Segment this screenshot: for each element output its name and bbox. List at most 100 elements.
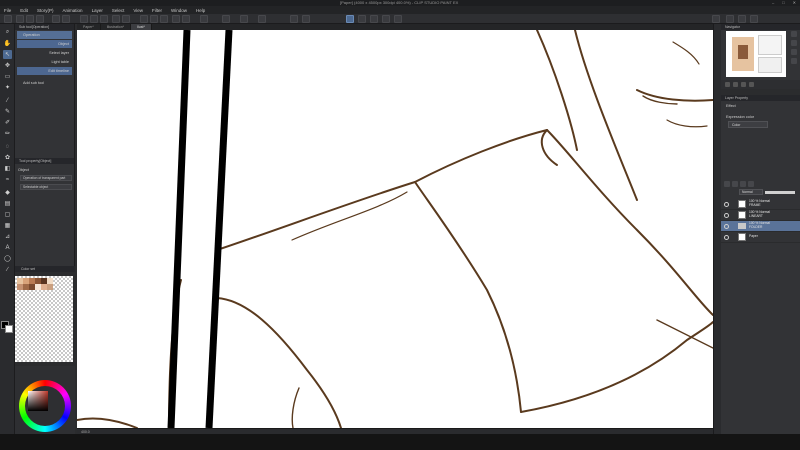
zoom-in-icon[interactable] xyxy=(791,31,797,37)
menu-story[interactable]: Story(P) xyxy=(37,8,54,13)
eye-icon[interactable] xyxy=(724,223,729,229)
new-vector-layer-icon[interactable] xyxy=(732,181,738,187)
save-icon[interactable] xyxy=(36,15,44,23)
panel-toggle-icon[interactable] xyxy=(726,15,734,23)
snap-special-ruler-icon[interactable] xyxy=(150,15,158,23)
eraser-icon[interactable] xyxy=(302,15,310,23)
new-raster-layer-icon[interactable] xyxy=(724,181,730,187)
fill-tool-icon[interactable]: ◆ xyxy=(3,188,12,197)
cut-icon[interactable] xyxy=(200,15,208,23)
invert-selection-icon[interactable] xyxy=(112,15,120,23)
blend-mode-select[interactable]: Normal xyxy=(739,189,763,195)
decoration-tool-icon[interactable]: ✿ xyxy=(3,153,12,162)
menu-animation[interactable]: Animation xyxy=(63,8,83,13)
eye-icon[interactable] xyxy=(724,201,729,207)
sub-tool-edit-timeline[interactable]: Edit timeline xyxy=(17,67,72,75)
move-tool-icon[interactable]: ✥ xyxy=(3,61,12,70)
sub-tool-select-layer[interactable]: Select layer xyxy=(17,49,72,57)
add-sub-tool-button[interactable]: Add sub tool xyxy=(23,81,74,85)
gradient-tool-icon[interactable]: ▤ xyxy=(3,199,12,208)
menu-layer[interactable]: Layer xyxy=(92,8,103,13)
sub-color-swatch[interactable] xyxy=(5,325,13,333)
undo-icon[interactable] xyxy=(52,15,60,23)
clear-icon[interactable] xyxy=(80,15,88,23)
snap-ruler-icon[interactable] xyxy=(140,15,148,23)
nav-rotate-slider[interactable] xyxy=(733,82,738,87)
window-layout-icon[interactable] xyxy=(712,15,720,23)
nav-zoom-slider[interactable] xyxy=(725,82,730,87)
eyedropper-icon[interactable]: ⁄ xyxy=(3,96,12,105)
brush-tool-icon[interactable]: ✏ xyxy=(3,129,12,138)
transform-icon[interactable] xyxy=(90,15,98,23)
panel-hide-icon[interactable] xyxy=(750,15,758,23)
nav-reset-icon[interactable] xyxy=(749,82,754,87)
snap-active-icon[interactable] xyxy=(346,15,354,23)
menu-file[interactable]: File xyxy=(4,8,11,13)
zoom-out-icon[interactable] xyxy=(791,40,797,46)
menu-filter[interactable]: Filter xyxy=(152,8,162,13)
menu-select[interactable]: Select xyxy=(112,8,125,13)
fit-icon[interactable] xyxy=(791,49,797,55)
selectable-object-select[interactable]: Selectable object xyxy=(20,184,72,190)
ruler-tool-icon[interactable]: ⊿ xyxy=(3,232,12,241)
snap-grid-icon[interactable] xyxy=(160,15,168,23)
minimize-icon[interactable]: – xyxy=(772,0,774,5)
text-tool-icon[interactable]: A xyxy=(3,243,12,252)
transparent-part-select[interactable]: Operation of transparent part xyxy=(20,175,72,181)
grid-icon[interactable] xyxy=(370,15,378,23)
correct-line-icon[interactable]: ∕ xyxy=(3,265,12,274)
pencil-tool-icon[interactable]: ✐ xyxy=(3,118,12,127)
rotate-icon[interactable] xyxy=(791,58,797,64)
auto-select-icon[interactable]: ✦ xyxy=(3,83,12,92)
blend-tool-icon[interactable]: ≈ xyxy=(3,175,12,184)
hand-tool-icon[interactable]: ✋ xyxy=(3,39,12,48)
eye-icon[interactable] xyxy=(724,212,729,218)
lasso-icon[interactable] xyxy=(222,15,230,23)
color-icon[interactable] xyxy=(258,15,266,23)
eraser-tool-icon[interactable]: ◧ xyxy=(3,164,12,173)
layer-row[interactable]: Paper xyxy=(721,232,800,243)
deselect-icon[interactable] xyxy=(100,15,108,23)
new-file-icon[interactable] xyxy=(16,15,24,23)
pen-icon[interactable] xyxy=(290,15,298,23)
guide-icon[interactable] xyxy=(382,15,390,23)
sub-tool-light-table[interactable]: Light table xyxy=(17,58,72,66)
paint-bucket-icon[interactable] xyxy=(240,15,248,23)
menu-edit[interactable]: Edit xyxy=(20,8,28,13)
show-selection-icon[interactable] xyxy=(122,15,130,23)
new-folder-icon[interactable] xyxy=(740,181,746,187)
redo-icon[interactable] xyxy=(62,15,70,23)
maximize-icon[interactable]: □ xyxy=(782,0,784,5)
gradient-icon[interactable] xyxy=(182,15,190,23)
figure-tool-icon[interactable]: ▢ xyxy=(3,210,12,219)
panel-settings-icon[interactable] xyxy=(738,15,746,23)
color-set-palette[interactable] xyxy=(15,276,73,362)
color-swatch[interactable] xyxy=(47,284,53,290)
close-icon[interactable]: ✕ xyxy=(793,0,796,5)
selection-tool-icon[interactable]: ▭ xyxy=(3,72,12,81)
clip-studio-icon[interactable] xyxy=(4,15,12,23)
sub-tool-object[interactable]: Object xyxy=(17,40,72,48)
layer-row[interactable]: 100 % Normal FOLDER xyxy=(721,221,800,232)
layer-row[interactable]: 100 % Normal LINEART xyxy=(721,210,800,221)
ruler-icon[interactable] xyxy=(358,15,366,23)
delete-layer-icon[interactable] xyxy=(748,181,754,187)
airbrush-tool-icon[interactable]: ◌ xyxy=(3,142,12,151)
menu-view[interactable]: View xyxy=(133,8,143,13)
balloon-tool-icon[interactable]: ◯ xyxy=(3,254,12,263)
navigator-preview[interactable] xyxy=(726,31,786,77)
pen-tool-icon[interactable]: ✎ xyxy=(3,107,12,116)
layer-row[interactable]: 100 % Normal FRAME xyxy=(721,199,800,210)
perspective-icon[interactable] xyxy=(394,15,402,23)
sub-tool-operation[interactable]: Operation xyxy=(17,31,72,39)
operation-tool-icon[interactable]: ↖ xyxy=(3,50,12,59)
zoom-tool-icon[interactable]: ⌕ xyxy=(3,28,12,37)
saturation-value-square[interactable] xyxy=(28,391,48,411)
expression-color-select[interactable]: Color xyxy=(728,121,768,128)
menu-window[interactable]: Window xyxy=(171,8,187,13)
menu-help[interactable]: Help xyxy=(196,8,205,13)
opacity-slider[interactable] xyxy=(765,191,795,194)
open-file-icon[interactable] xyxy=(26,15,34,23)
eye-icon[interactable] xyxy=(724,234,729,240)
fill-icon[interactable] xyxy=(172,15,180,23)
